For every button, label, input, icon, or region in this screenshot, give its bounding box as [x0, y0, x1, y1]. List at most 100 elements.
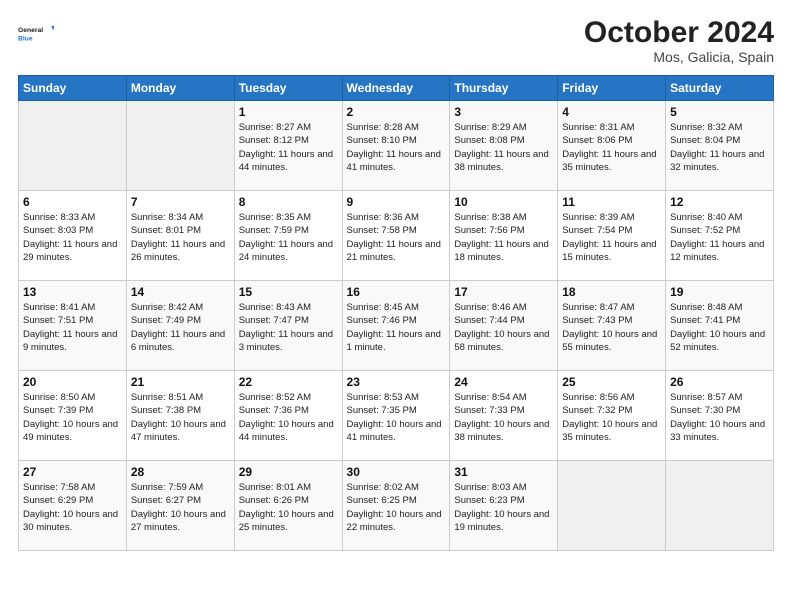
day-number: 19 — [670, 285, 769, 299]
day-number: 16 — [347, 285, 446, 299]
calendar-day — [19, 101, 127, 191]
calendar-week-4: 20 Sunrise: 8:50 AM Sunset: 7:39 PM Dayli… — [19, 371, 774, 461]
calendar-day — [558, 461, 666, 551]
day-info: Sunrise: 8:36 AM Sunset: 7:58 PM Dayligh… — [347, 211, 446, 264]
day-info: Sunrise: 8:45 AM Sunset: 7:46 PM Dayligh… — [347, 301, 446, 354]
calendar-week-5: 27 Sunrise: 7:58 AM Sunset: 6:29 PM Dayli… — [19, 461, 774, 551]
calendar-table: Sunday Monday Tuesday Wednesday Thursday… — [18, 75, 774, 551]
day-info: Sunrise: 8:32 AM Sunset: 8:04 PM Dayligh… — [670, 121, 769, 174]
calendar-day: 8Sunrise: 8:35 AM Sunset: 7:59 PM Daylig… — [234, 191, 342, 281]
calendar-day: 20 Sunrise: 8:50 AM Sunset: 7:39 PM Dayli… — [19, 371, 127, 461]
day-number: 2 — [347, 105, 446, 119]
day-number: 31 — [454, 465, 553, 479]
calendar-day: 14Sunrise: 8:42 AM Sunset: 7:49 PM Dayli… — [126, 281, 234, 371]
calendar-day: 19 Sunrise: 8:48 AM Sunset: 7:41 PM Dayli… — [666, 281, 774, 371]
day-number: 11 — [562, 195, 661, 209]
day-info: Sunrise: 7:59 AM Sunset: 6:27 PM Dayligh… — [131, 481, 230, 534]
col-monday: Monday — [126, 76, 234, 101]
day-info: Sunrise: 8:29 AM Sunset: 8:08 PM Dayligh… — [454, 121, 553, 174]
calendar-week-2: 6 Sunrise: 8:33 AM Sunset: 8:03 PM Daylig… — [19, 191, 774, 281]
day-info: Sunrise: 8:53 AM Sunset: 7:35 PM Dayligh… — [347, 391, 446, 444]
calendar-body: 1 Sunrise: 8:27 AM Sunset: 8:12 PM Daylig… — [19, 101, 774, 551]
day-info: Sunrise: 8:03 AM Sunset: 6:23 PM Dayligh… — [454, 481, 553, 534]
calendar-day: 2 Sunrise: 8:28 AM Sunset: 8:10 PM Daylig… — [342, 101, 450, 191]
calendar-day — [126, 101, 234, 191]
calendar-day: 30 Sunrise: 8:02 AM Sunset: 6:25 PM Dayli… — [342, 461, 450, 551]
calendar-header: Sunday Monday Tuesday Wednesday Thursday… — [19, 76, 774, 101]
col-friday: Friday — [558, 76, 666, 101]
calendar-day: 15Sunrise: 8:43 AM Sunset: 7:47 PM Dayli… — [234, 281, 342, 371]
day-number: 14 — [131, 285, 230, 299]
day-number: 26 — [670, 375, 769, 389]
day-info: Sunrise: 8:51 AM Sunset: 7:38 PM Dayligh… — [131, 391, 230, 444]
calendar-day: 6 Sunrise: 8:33 AM Sunset: 8:03 PM Daylig… — [19, 191, 127, 281]
day-number: 21 — [131, 375, 230, 389]
day-info: Sunrise: 8:43 AM Sunset: 7:47 PM Dayligh… — [239, 301, 338, 354]
day-info: Sunrise: 8:46 AM Sunset: 7:44 PM Dayligh… — [454, 301, 553, 354]
col-saturday: Saturday — [666, 76, 774, 101]
day-number: 5 — [670, 105, 769, 119]
day-number: 25 — [562, 375, 661, 389]
calendar-day: 23 Sunrise: 8:53 AM Sunset: 7:35 PM Dayli… — [342, 371, 450, 461]
col-thursday: Thursday — [450, 76, 558, 101]
calendar-day: 5 Sunrise: 8:32 AM Sunset: 8:04 PM Daylig… — [666, 101, 774, 191]
day-info: Sunrise: 8:38 AM Sunset: 7:56 PM Dayligh… — [454, 211, 553, 264]
header: General Blue October 2024 Mos, Galicia, … — [18, 16, 774, 65]
day-number: 1 — [239, 105, 338, 119]
calendar-day: 26 Sunrise: 8:57 AM Sunset: 7:30 PM Dayli… — [666, 371, 774, 461]
day-info: Sunrise: 8:48 AM Sunset: 7:41 PM Dayligh… — [670, 301, 769, 354]
col-wednesday: Wednesday — [342, 76, 450, 101]
day-info: Sunrise: 8:27 AM Sunset: 8:12 PM Dayligh… — [239, 121, 338, 174]
day-number: 29 — [239, 465, 338, 479]
calendar-day: 7 Sunrise: 8:34 AM Sunset: 8:01 PM Daylig… — [126, 191, 234, 281]
calendar-day: 21 Sunrise: 8:51 AM Sunset: 7:38 PM Dayli… — [126, 371, 234, 461]
day-number: 10 — [454, 195, 553, 209]
day-info: Sunrise: 8:50 AM Sunset: 7:39 PM Dayligh… — [23, 391, 122, 444]
day-info: Sunrise: 7:58 AM Sunset: 6:29 PM Dayligh… — [23, 481, 122, 534]
day-info: Sunrise: 8:41 AM Sunset: 7:51 PM Dayligh… — [23, 301, 122, 354]
calendar-day: 4Sunrise: 8:31 AM Sunset: 8:06 PM Daylig… — [558, 101, 666, 191]
day-info: Sunrise: 8:47 AM Sunset: 7:43 PM Dayligh… — [562, 301, 661, 354]
calendar-day: 12 Sunrise: 8:40 AM Sunset: 7:52 PM Dayli… — [666, 191, 774, 281]
day-number: 23 — [347, 375, 446, 389]
calendar-day: 25Sunrise: 8:56 AM Sunset: 7:32 PM Dayli… — [558, 371, 666, 461]
day-number: 12 — [670, 195, 769, 209]
calendar-day: 18 Sunrise: 8:47 AM Sunset: 7:43 PM Dayli… — [558, 281, 666, 371]
day-info: Sunrise: 8:02 AM Sunset: 6:25 PM Dayligh… — [347, 481, 446, 534]
calendar-day: 9 Sunrise: 8:36 AM Sunset: 7:58 PM Daylig… — [342, 191, 450, 281]
calendar-week-3: 13Sunrise: 8:41 AM Sunset: 7:51 PM Dayli… — [19, 281, 774, 371]
day-number: 30 — [347, 465, 446, 479]
day-number: 22 — [239, 375, 338, 389]
calendar-day — [666, 461, 774, 551]
day-number: 3 — [454, 105, 553, 119]
subtitle: Mos, Galicia, Spain — [584, 49, 774, 65]
day-info: Sunrise: 8:54 AM Sunset: 7:33 PM Dayligh… — [454, 391, 553, 444]
day-number: 7 — [131, 195, 230, 209]
day-number: 9 — [347, 195, 446, 209]
day-number: 6 — [23, 195, 122, 209]
calendar-day: 31 Sunrise: 8:03 AM Sunset: 6:23 PM Dayli… — [450, 461, 558, 551]
day-number: 28 — [131, 465, 230, 479]
calendar-day: 22 Sunrise: 8:52 AM Sunset: 7:36 PM Dayli… — [234, 371, 342, 461]
col-sunday: Sunday — [19, 76, 127, 101]
logo-icon: General Blue — [18, 16, 54, 52]
calendar-day: 10 Sunrise: 8:38 AM Sunset: 7:56 PM Dayli… — [450, 191, 558, 281]
day-info: Sunrise: 8:33 AM Sunset: 8:03 PM Dayligh… — [23, 211, 122, 264]
day-info: Sunrise: 8:52 AM Sunset: 7:36 PM Dayligh… — [239, 391, 338, 444]
day-number: 18 — [562, 285, 661, 299]
day-number: 4 — [562, 105, 661, 119]
day-info: Sunrise: 8:40 AM Sunset: 7:52 PM Dayligh… — [670, 211, 769, 264]
calendar-day: 13Sunrise: 8:41 AM Sunset: 7:51 PM Dayli… — [19, 281, 127, 371]
day-number: 27 — [23, 465, 122, 479]
day-number: 24 — [454, 375, 553, 389]
day-info: Sunrise: 8:34 AM Sunset: 8:01 PM Dayligh… — [131, 211, 230, 264]
day-info: Sunrise: 8:57 AM Sunset: 7:30 PM Dayligh… — [670, 391, 769, 444]
month-title: October 2024 — [584, 16, 774, 49]
day-number: 20 — [23, 375, 122, 389]
svg-text:General: General — [18, 27, 43, 34]
logo: General Blue — [18, 16, 54, 52]
day-info: Sunrise: 8:28 AM Sunset: 8:10 PM Dayligh… — [347, 121, 446, 174]
calendar-day: 28 Sunrise: 7:59 AM Sunset: 6:27 PM Dayli… — [126, 461, 234, 551]
calendar-day: 17Sunrise: 8:46 AM Sunset: 7:44 PM Dayli… — [450, 281, 558, 371]
col-tuesday: Tuesday — [234, 76, 342, 101]
